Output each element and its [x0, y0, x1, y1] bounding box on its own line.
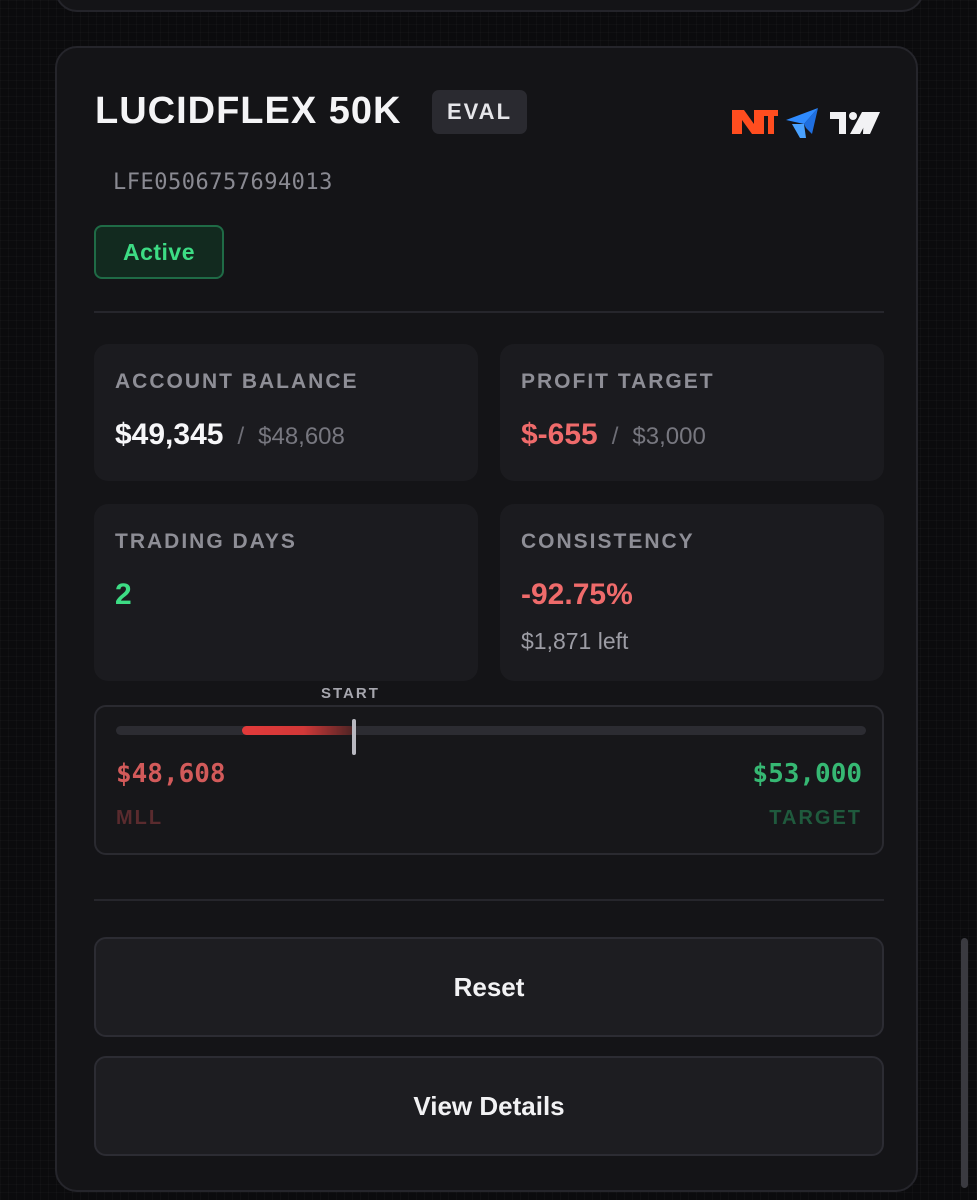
view-details-button[interactable]: View Details: [94, 1056, 884, 1156]
account-balance-stat: ACCOUNT BALANCE $49,345 / $48,608: [94, 344, 478, 481]
scrollbar[interactable]: [961, 938, 968, 1188]
account-title: LUCIDFLEX 50K: [95, 90, 402, 132]
account-card: LUCIDFLEX 50K EVAL LFE0506757694013 Acti…: [55, 46, 918, 1192]
consistency-remaining: $1,871 left: [521, 628, 629, 654]
mll-value: $48,608: [116, 759, 226, 789]
profit-target-amount: $3,000: [632, 423, 706, 450]
reset-button[interactable]: Reset: [94, 937, 884, 1037]
balance-threshold: $48,608: [258, 423, 345, 450]
stat-label: TRADING DAYS: [115, 530, 297, 553]
profit-value: $-655: [521, 418, 598, 451]
divider: [94, 899, 884, 901]
start-label: START: [321, 685, 380, 702]
account-balance-value: $49,345: [115, 418, 224, 451]
trading-days-value: 2: [115, 578, 132, 611]
consistency-stat: CONSISTENCY -92.75% $1,871 left: [500, 504, 884, 681]
status-badge: Active: [94, 225, 224, 279]
platform-logos: [732, 108, 880, 138]
stat-label: ACCOUNT BALANCE: [115, 370, 359, 393]
ninjatrader-icon: [732, 110, 778, 134]
mll-label: MLL: [116, 807, 164, 829]
trading-days-stat: TRADING DAYS 2: [94, 504, 478, 681]
tradovate-icon: [786, 108, 818, 138]
profit-target-stat: PROFIT TARGET $-655 / $3,000: [500, 344, 884, 481]
target-label: TARGET: [769, 807, 862, 829]
consistency-value: -92.75%: [521, 578, 633, 611]
separator: /: [237, 423, 245, 450]
stat-label: CONSISTENCY: [521, 530, 695, 553]
start-marker: [351, 719, 356, 755]
progress-fill: [241, 726, 354, 735]
account-id: LFE0506757694013: [113, 170, 333, 195]
progress-track: [116, 719, 866, 755]
account-type-badge: EVAL: [432, 90, 527, 134]
drawdown-progress: $48,608 $53,000 MLL TARGET: [94, 705, 884, 855]
separator: /: [611, 423, 619, 450]
stat-label: PROFIT TARGET: [521, 370, 715, 393]
tradingview-icon: [830, 112, 880, 134]
divider: [94, 311, 884, 313]
previous-account-card: [55, 0, 924, 12]
target-value: $53,000: [752, 759, 862, 789]
